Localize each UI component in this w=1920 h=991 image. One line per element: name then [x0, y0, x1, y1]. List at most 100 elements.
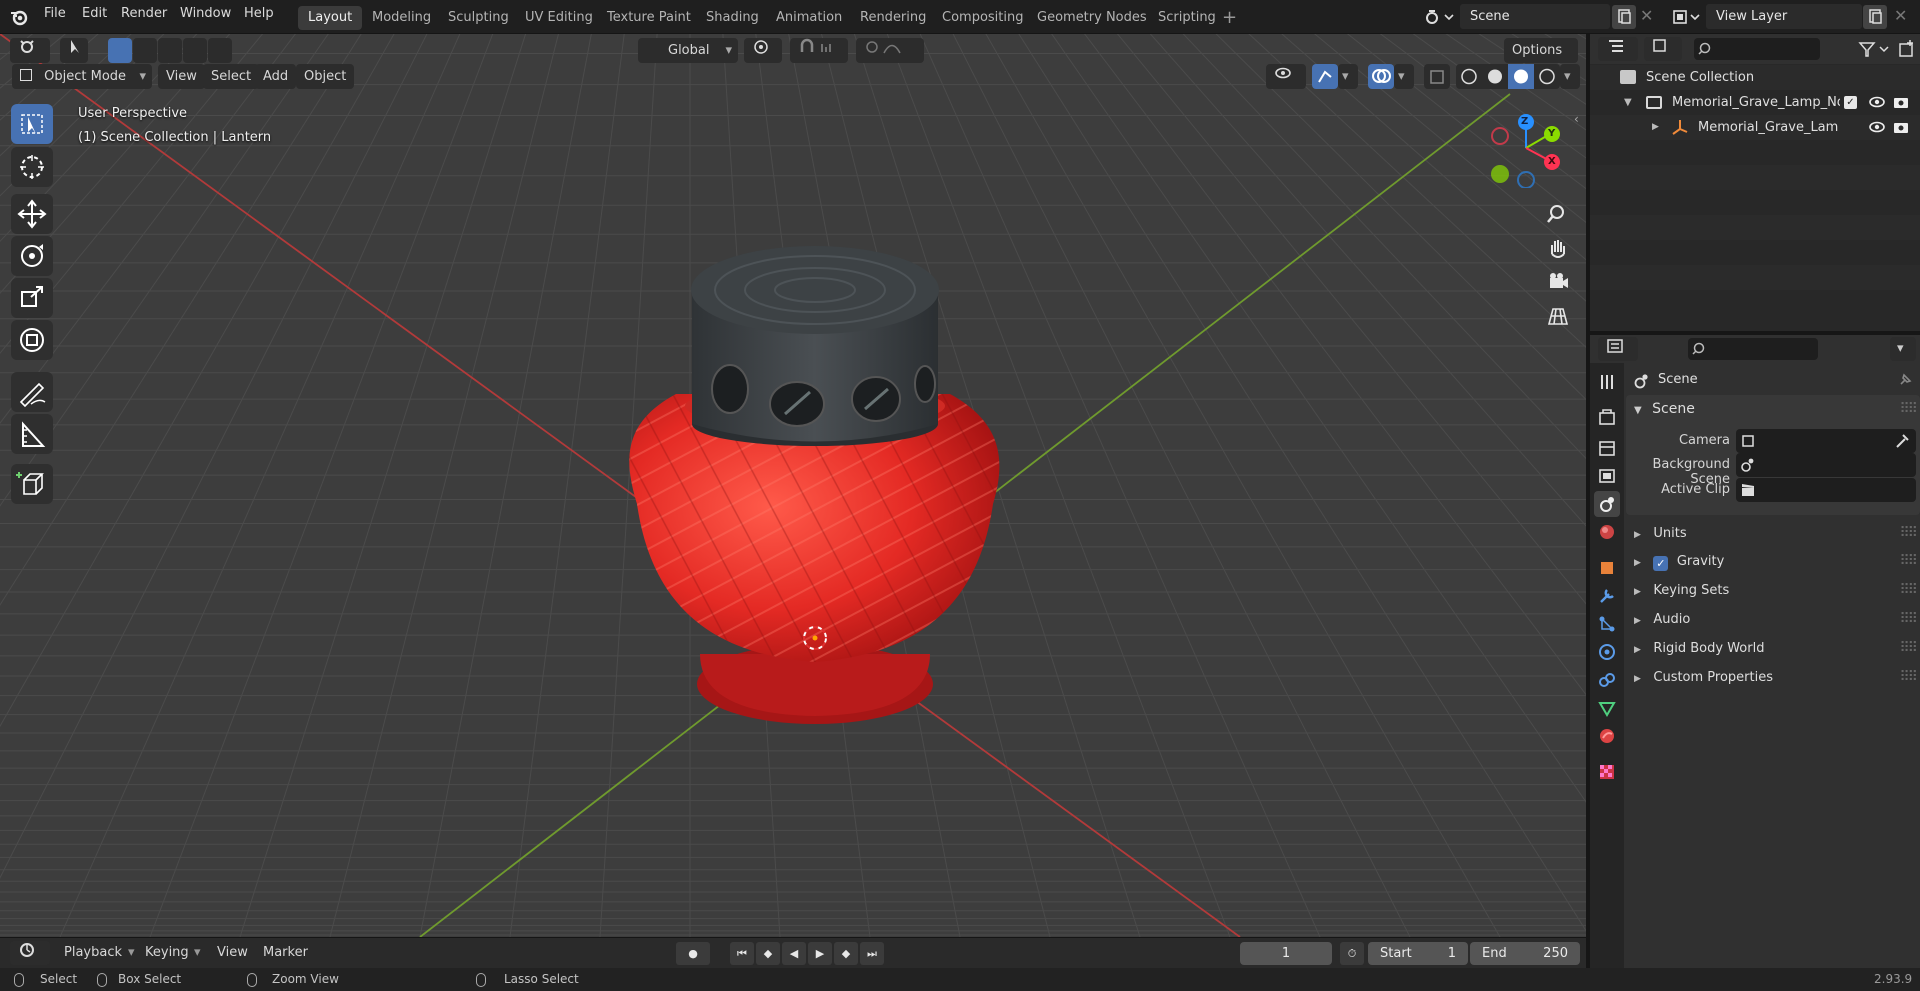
- output-tab-icon[interactable]: [1594, 435, 1620, 461]
- pan-view-icon[interactable]: [1542, 232, 1574, 264]
- custom-properties-panel-header[interactable]: ▶ Custom Properties ⠿⠿: [1626, 663, 1920, 691]
- jump-prev-keyframe-icon[interactable]: ◆: [756, 942, 780, 965]
- viewport-menu-select[interactable]: Select: [203, 64, 260, 89]
- drag-handle-icon[interactable]: ⠿⠿: [1899, 663, 1917, 691]
- drag-handle-icon[interactable]: ⠿⠿: [1899, 576, 1917, 604]
- render-tab-icon[interactable]: [1594, 405, 1620, 431]
- xray-toggle-button[interactable]: [1424, 64, 1450, 89]
- particles-tab-icon[interactable]: [1594, 611, 1620, 637]
- constraints-tab-icon[interactable]: [1594, 667, 1620, 693]
- units-panel-header[interactable]: ▶ Units ⠿⠿: [1626, 519, 1920, 547]
- gizmo-toggle-button[interactable]: [1312, 64, 1338, 89]
- camera-view-icon[interactable]: [1542, 266, 1574, 298]
- select-mode-new-button[interactable]: [108, 38, 132, 63]
- overlays-toggle-button[interactable]: [1368, 64, 1394, 89]
- select-tool-header-button[interactable]: [60, 38, 88, 63]
- jump-next-keyframe-icon[interactable]: ◆: [834, 942, 858, 965]
- scene-tab-icon[interactable]: [1594, 491, 1620, 517]
- chevron-down-icon[interactable]: ▾: [1890, 337, 1916, 361]
- tab-shading[interactable]: Shading: [696, 6, 769, 30]
- drag-handle-icon[interactable]: ⠿⠿: [1899, 395, 1917, 423]
- timeline-editor-type-button[interactable]: [10, 941, 50, 965]
- select-box-tool[interactable]: [11, 104, 53, 144]
- visibility-dropdown[interactable]: [1266, 64, 1306, 89]
- menu-file[interactable]: File: [44, 6, 66, 21]
- modifier-tab-icon[interactable]: [1594, 583, 1620, 609]
- view-layer-browse-icon[interactable]: [1670, 6, 1704, 28]
- menu-render[interactable]: Render: [121, 6, 167, 21]
- menu-help[interactable]: Help: [244, 6, 274, 21]
- tab-sculpting[interactable]: Sculpting: [438, 6, 519, 30]
- gravity-checkbox[interactable]: ✓: [1653, 556, 1669, 571]
- select-mode-intersect-button[interactable]: [208, 38, 232, 63]
- measure-tool[interactable]: [11, 414, 53, 454]
- drag-handle-icon[interactable]: ⠿⠿: [1899, 605, 1917, 633]
- outliner-search-input[interactable]: [1694, 38, 1820, 60]
- select-mode-extend-button[interactable]: [133, 38, 157, 63]
- expand-arrow-icon[interactable]: ▼: [1624, 90, 1632, 115]
- keying-sets-panel-header[interactable]: ▶ Keying Sets ⠿⠿: [1626, 576, 1920, 604]
- play-reverse-icon[interactable]: ◀: [782, 942, 806, 965]
- properties-editor-type-button[interactable]: [1598, 337, 1638, 361]
- annotate-tool[interactable]: [11, 372, 53, 412]
- rigid-body-world-panel-header[interactable]: ▶ Rigid Body World ⠿⠿: [1626, 634, 1920, 662]
- pin-icon[interactable]: [1896, 371, 1914, 393]
- tab-texture-paint[interactable]: Texture Paint: [597, 6, 701, 30]
- options-dropdown[interactable]: Options ▾: [1504, 38, 1578, 83]
- menu-window[interactable]: Window: [180, 6, 231, 21]
- add-cube-tool[interactable]: [11, 464, 53, 504]
- gravity-panel-header[interactable]: ▶ ✓ Gravity ⠿⠿: [1626, 547, 1920, 575]
- outliner-row-object[interactable]: ▶ Memorial_Grave_Lamp_N: [1590, 115, 1920, 140]
- delete-view-layer-icon[interactable]: ✕: [1894, 6, 1907, 25]
- add-workspace-icon[interactable]: +: [1222, 6, 1237, 30]
- scene-panel-header[interactable]: ▼ Scene ⠿⠿: [1626, 395, 1920, 423]
- texture-tab-icon[interactable]: [1594, 759, 1620, 785]
- viewport-menu-view[interactable]: View: [158, 64, 205, 89]
- expand-arrow-icon[interactable]: ▶: [1652, 115, 1659, 140]
- outliner-row-scene-collection[interactable]: Scene Collection: [1590, 65, 1920, 90]
- physics-tab-icon[interactable]: [1594, 639, 1620, 665]
- snapping-button[interactable]: [790, 38, 848, 63]
- tab-modeling[interactable]: Modeling: [362, 6, 441, 30]
- menu-edit[interactable]: Edit: [82, 6, 107, 21]
- timeline-menu-playback[interactable]: Playback: [64, 945, 122, 960]
- pivot-point-button[interactable]: [744, 38, 782, 63]
- material-tab-icon[interactable]: [1594, 723, 1620, 749]
- background-scene-field[interactable]: [1736, 453, 1916, 477]
- new-scene-button[interactable]: [1612, 5, 1636, 29]
- object-tab-icon[interactable]: [1594, 555, 1620, 581]
- tab-compositing[interactable]: Compositing: [932, 6, 1034, 30]
- keyframe-record-button[interactable]: ●: [676, 942, 710, 965]
- scale-tool[interactable]: [11, 278, 53, 318]
- tab-rendering[interactable]: Rendering: [850, 6, 936, 30]
- shading-options-chevron-icon[interactable]: ▾: [1560, 64, 1580, 89]
- camera-field[interactable]: [1736, 429, 1916, 453]
- cursor-tool[interactable]: [11, 147, 53, 187]
- play-icon[interactable]: ▶: [808, 942, 832, 965]
- tab-geometry-nodes[interactable]: Geometry Nodes: [1027, 6, 1157, 30]
- world-tab-icon[interactable]: [1594, 519, 1620, 545]
- tab-scripting[interactable]: Scripting: [1148, 6, 1226, 30]
- start-frame-field[interactable]: Start 1: [1368, 942, 1468, 965]
- tool-tab-icon[interactable]: [1594, 369, 1620, 395]
- active-clip-field[interactable]: [1736, 478, 1916, 502]
- sidebar-toggle-icon[interactable]: ‹: [1574, 112, 1579, 126]
- new-collection-icon[interactable]: [1896, 38, 1918, 60]
- transform-tool[interactable]: [11, 320, 53, 360]
- view-layer-tab-icon[interactable]: [1594, 463, 1620, 489]
- current-frame-field[interactable]: 1: [1240, 942, 1332, 965]
- viewport-menu-object[interactable]: Object: [296, 64, 355, 89]
- perspective-toggle-icon[interactable]: [1542, 300, 1574, 332]
- outliner-row-collection[interactable]: ▼ Memorial_Grave_Lamp_No_C ✓: [1590, 90, 1920, 115]
- blender-logo-icon[interactable]: [8, 6, 30, 28]
- outliner-editor-type-button[interactable]: [1598, 37, 1638, 61]
- timeline-menu-view[interactable]: View: [217, 945, 248, 960]
- data-tab-icon[interactable]: [1594, 695, 1620, 721]
- timeline-menu-keying[interactable]: Keying: [145, 945, 189, 960]
- 3d-viewport[interactable]: Global ▾ Options ▾ Object Mode ▾ View Se…: [0, 34, 1586, 937]
- tab-animation[interactable]: Animation: [766, 6, 852, 30]
- overlays-options-chevron-icon[interactable]: ▾: [1394, 64, 1414, 89]
- new-view-layer-button[interactable]: [1863, 5, 1887, 29]
- end-frame-field[interactable]: End 250: [1470, 942, 1580, 965]
- tab-uv-editing[interactable]: UV Editing: [515, 6, 603, 30]
